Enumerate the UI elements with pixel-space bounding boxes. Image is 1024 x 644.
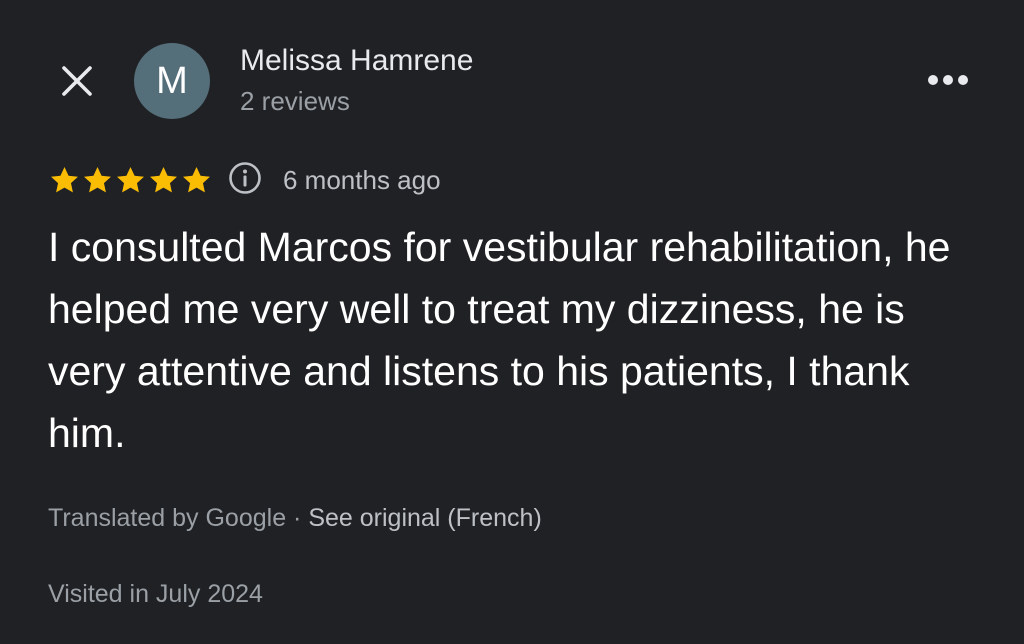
separator: · xyxy=(286,504,309,532)
review-time: 6 months ago xyxy=(283,164,441,195)
review-text: I consulted Marcos for vestibular rehabi… xyxy=(48,224,951,456)
star-icon xyxy=(183,166,210,192)
review-count: 2 reviews xyxy=(240,86,350,116)
reviewer-name[interactable]: Melissa Hamrene xyxy=(240,44,473,78)
more-horizontal-icon xyxy=(926,73,970,92)
see-original-link[interactable]: See original (French) xyxy=(308,504,541,532)
info-icon xyxy=(228,161,262,200)
star-rating xyxy=(48,164,213,197)
translated-by-label: Translated by Google xyxy=(48,504,287,532)
star-icon xyxy=(150,166,177,192)
star-icon xyxy=(84,166,111,192)
more-options-button[interactable] xyxy=(920,62,976,102)
avatar[interactable]: M xyxy=(134,43,210,119)
close-icon xyxy=(59,63,95,104)
star-icon xyxy=(117,166,144,192)
info-button[interactable] xyxy=(227,161,263,200)
visited-date: Visited in July 2024 xyxy=(48,580,263,608)
star-icon xyxy=(51,166,78,192)
rating-row: 6 months ago xyxy=(48,158,441,202)
translation-info: Translated by Google · See original (Fre… xyxy=(48,504,542,533)
close-button[interactable] xyxy=(52,58,102,108)
